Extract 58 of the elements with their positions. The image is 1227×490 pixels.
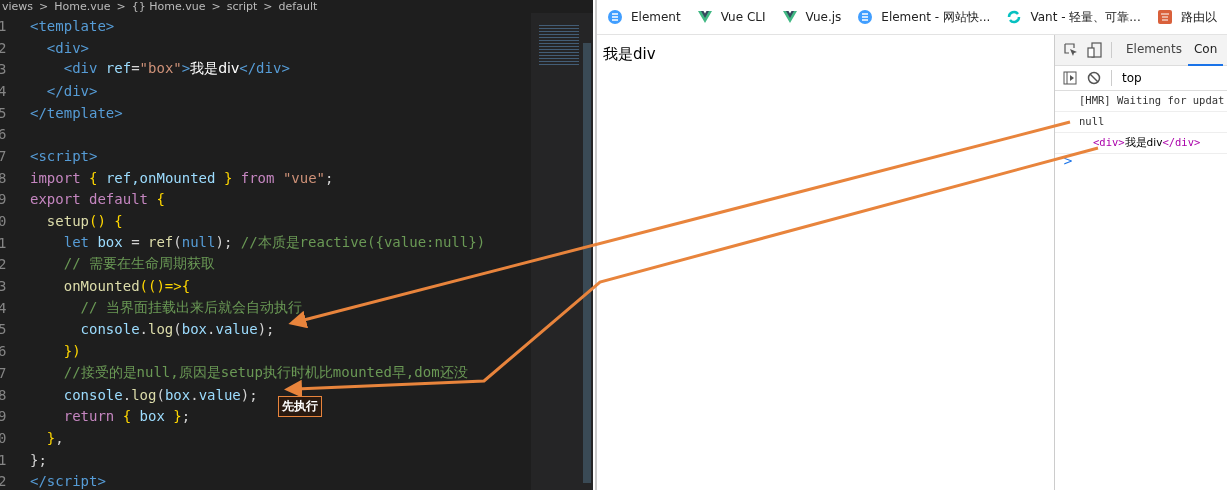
logo-icon	[857, 9, 874, 25]
ring-logo-icon	[1006, 9, 1023, 25]
devtools-tab[interactable]: Con	[1187, 34, 1224, 66]
v-logo-icon	[781, 9, 798, 25]
breadcrumb-item[interactable]: views	[2, 0, 34, 13]
code-line: //接受的是null,原因是setup执行时机比mounted早,dom还没	[62, 363, 468, 382]
code-line: },	[45, 429, 64, 446]
breadcrumb-item[interactable]: default	[278, 0, 318, 13]
console-message: <div>我是div</div>	[1055, 133, 1227, 154]
context-selector[interactable]: top	[1122, 71, 1142, 85]
code-line: };	[29, 451, 47, 468]
line-number: 1	[0, 17, 8, 34]
bookmark[interactable]: Vue.js	[781, 9, 842, 25]
page-text: 我是div	[603, 45, 656, 63]
v-logo-icon	[696, 9, 713, 25]
bookmark[interactable]: Element	[607, 9, 681, 25]
code-line: export default {	[29, 191, 165, 208]
console-message: [HMR] Waiting for updat	[1055, 91, 1227, 112]
code-line: return { box };	[62, 408, 191, 425]
breadcrumb-item[interactable]: >	[39, 0, 49, 13]
bookmark[interactable]: 路由以	[1156, 8, 1217, 26]
breadcrumb-item[interactable]: >	[263, 0, 273, 13]
sidebar-toggle-icon[interactable]	[1063, 71, 1077, 85]
code-line: // 当界面挂载出来后就会自动执行	[79, 298, 302, 317]
code-line: console.log(box.value);	[79, 321, 275, 338]
code-line: setup() {	[45, 213, 123, 230]
code-line: </template>	[29, 104, 123, 121]
code-line: // 需要在生命周期获取	[62, 255, 215, 274]
console-prompt[interactable]: >	[1055, 154, 1227, 168]
bookmark[interactable]: Element - 网站快...	[857, 8, 991, 26]
breadcrumb-item[interactable]: Home.vue	[54, 0, 111, 13]
line-number: 1	[0, 451, 8, 468]
clear-icon[interactable]	[1087, 71, 1101, 85]
code-line: <template>	[29, 17, 115, 34]
inspect-icon[interactable]	[1063, 42, 1079, 58]
breadcrumb-item[interactable]: script	[226, 0, 258, 13]
code-line: <div ref="box">我是div</div>	[62, 60, 290, 79]
code-line: console.log(box.value);	[62, 386, 258, 403]
logo-icon	[607, 9, 623, 25]
line-number: 1	[0, 234, 8, 251]
code-line: </div>	[45, 82, 98, 99]
breadcrumb-item[interactable]: {} Home.vue	[131, 0, 206, 13]
device-icon[interactable]	[1087, 42, 1103, 58]
console-message: null	[1055, 112, 1227, 133]
code-line: onMounted(()=>{	[62, 278, 191, 295]
devtools-tab[interactable]: Elements	[1120, 34, 1188, 66]
breadcrumb-item[interactable]: >	[116, 0, 126, 13]
code-line: </script>	[29, 473, 106, 490]
bookmark[interactable]: Vant - 轻量、可靠...	[1006, 8, 1141, 26]
code-line: })	[62, 343, 81, 360]
annotation-label: 先执行	[278, 396, 322, 417]
code-line: <script>	[29, 147, 98, 164]
code-line: import { ref,onMounted } from "vue";	[29, 169, 334, 186]
code-line: <div>	[45, 39, 89, 56]
square-logo-icon	[1156, 9, 1173, 25]
breadcrumb-item[interactable]: >	[211, 0, 221, 13]
code-line: let box = ref(null); //本质是reactive({value:null})	[62, 233, 486, 252]
bookmark[interactable]: Vue CLI	[696, 9, 766, 25]
